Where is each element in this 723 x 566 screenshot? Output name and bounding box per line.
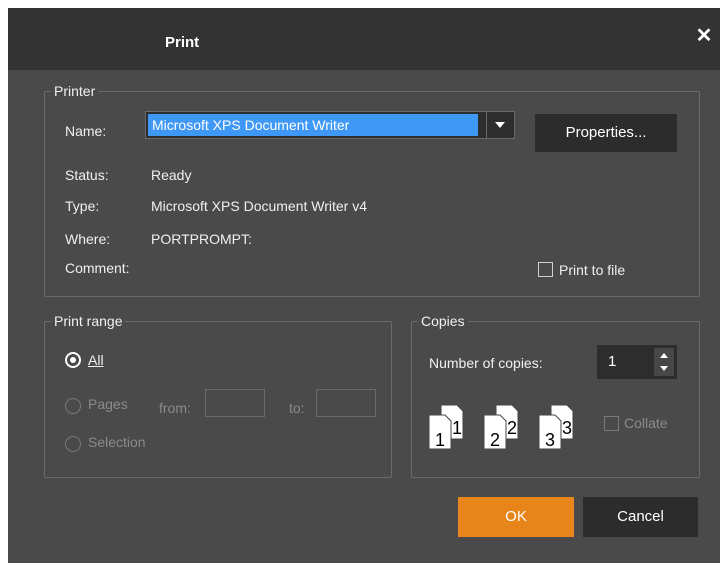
number-of-copies-label: Number of copies: [429,355,543,371]
title-bar[interactable]: Print ✕ [8,8,720,70]
all-label-text: All [88,352,104,368]
status-label: Status: [65,167,109,183]
print-to-file-label[interactable]: Print to file [559,262,625,278]
all-radio[interactable] [65,352,81,368]
selection-radio-label[interactable]: Selection [88,434,146,450]
print-to-file-checkbox[interactable] [538,262,553,277]
dialog-title: Print [165,34,200,51]
collate-pages-icon: 1 1 2 2 3 3 [428,404,574,450]
collate-checkbox[interactable] [604,416,619,431]
svg-text:2: 2 [490,430,500,450]
cancel-button[interactable]: Cancel [583,497,698,537]
ok-button[interactable]: OK [458,497,574,537]
pages-radio-label[interactable]: Pages [88,396,128,412]
copies-group-label: Copies [421,313,465,329]
type-label: Type: [65,198,100,214]
svg-text:3: 3 [562,418,572,438]
pages-radio[interactable] [65,398,81,414]
stepper-buttons[interactable] [654,348,674,376]
svg-text:3: 3 [545,430,555,450]
where-label: Where: [65,231,111,247]
page-pair-2-icon: 2 2 [483,404,519,450]
print-range-group-label: Print range [54,313,123,329]
where-value: PORTPROMPT: [151,231,252,247]
from-page-input[interactable] [205,389,265,417]
comment-label: Comment: [65,260,130,276]
copies-stepper[interactable]: 1 [597,345,677,379]
close-icon[interactable]: ✕ [694,26,714,46]
printer-name-value: Microsoft XPS Document Writer [148,114,478,136]
collate-label[interactable]: Collate [624,415,668,431]
svg-text:1: 1 [435,430,445,450]
printer-group-label: Printer [54,83,96,99]
name-label: Name: [65,123,107,139]
copies-value: 1 [608,353,617,370]
printer-name-select[interactable]: Microsoft XPS Document Writer [145,111,515,139]
svg-text:1: 1 [452,418,462,438]
to-page-input[interactable] [316,389,376,417]
all-radio-label[interactable]: All [88,352,104,368]
from-label: from: [159,400,191,416]
properties-button[interactable]: Properties... [535,114,677,152]
svg-text:2: 2 [507,418,517,438]
page-pair-3-icon: 3 3 [538,404,574,450]
chevron-down-icon[interactable] [486,112,514,138]
status-value: Ready [151,167,192,183]
to-label: to: [289,400,305,416]
type-value: Microsoft XPS Document Writer v4 [151,198,368,214]
page-pair-1-icon: 1 1 [428,404,464,450]
selection-radio[interactable] [65,436,81,452]
